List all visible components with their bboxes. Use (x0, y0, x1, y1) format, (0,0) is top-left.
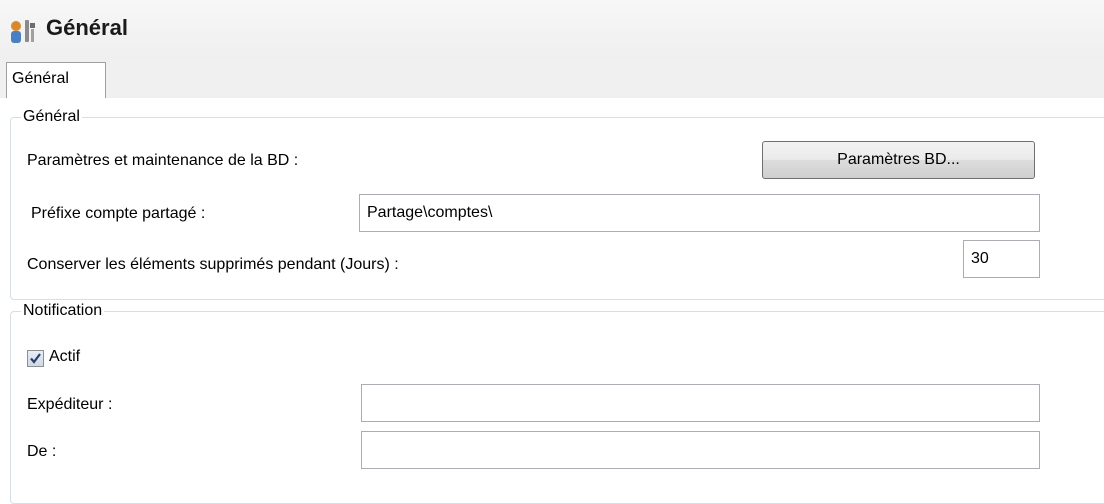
sender-input[interactable] (361, 384, 1040, 422)
notification-group-legend: Notification (23, 302, 103, 319)
settings-tools-icon (8, 17, 38, 45)
active-checkbox[interactable] (27, 350, 44, 367)
sender-label: Expéditeur : (27, 396, 113, 413)
general-group-legend: Général (23, 108, 80, 125)
tab-strip: Général (0, 60, 1104, 99)
checkmark-icon (30, 353, 41, 364)
db-settings-label: Paramètres et maintenance de la BD : (27, 152, 299, 169)
general-panel: Général Paramètres et maintenance de la … (0, 98, 1104, 504)
retain-deleted-label: Conserver les éléments supprimés pendant… (27, 256, 399, 273)
db-settings-button[interactable]: Paramètres BD... (762, 141, 1035, 179)
header-bar: Général (0, 0, 1104, 61)
from-label: De : (27, 443, 57, 460)
shared-account-prefix-label: Préfixe compte partagé : (31, 205, 206, 222)
shared-account-prefix-input[interactable] (359, 194, 1040, 232)
from-input[interactable] (361, 431, 1040, 469)
retain-days-input[interactable] (963, 240, 1040, 278)
page-title: Général (46, 15, 128, 40)
active-label[interactable]: Actif (49, 348, 80, 366)
tab-general[interactable]: Général (6, 62, 106, 98)
